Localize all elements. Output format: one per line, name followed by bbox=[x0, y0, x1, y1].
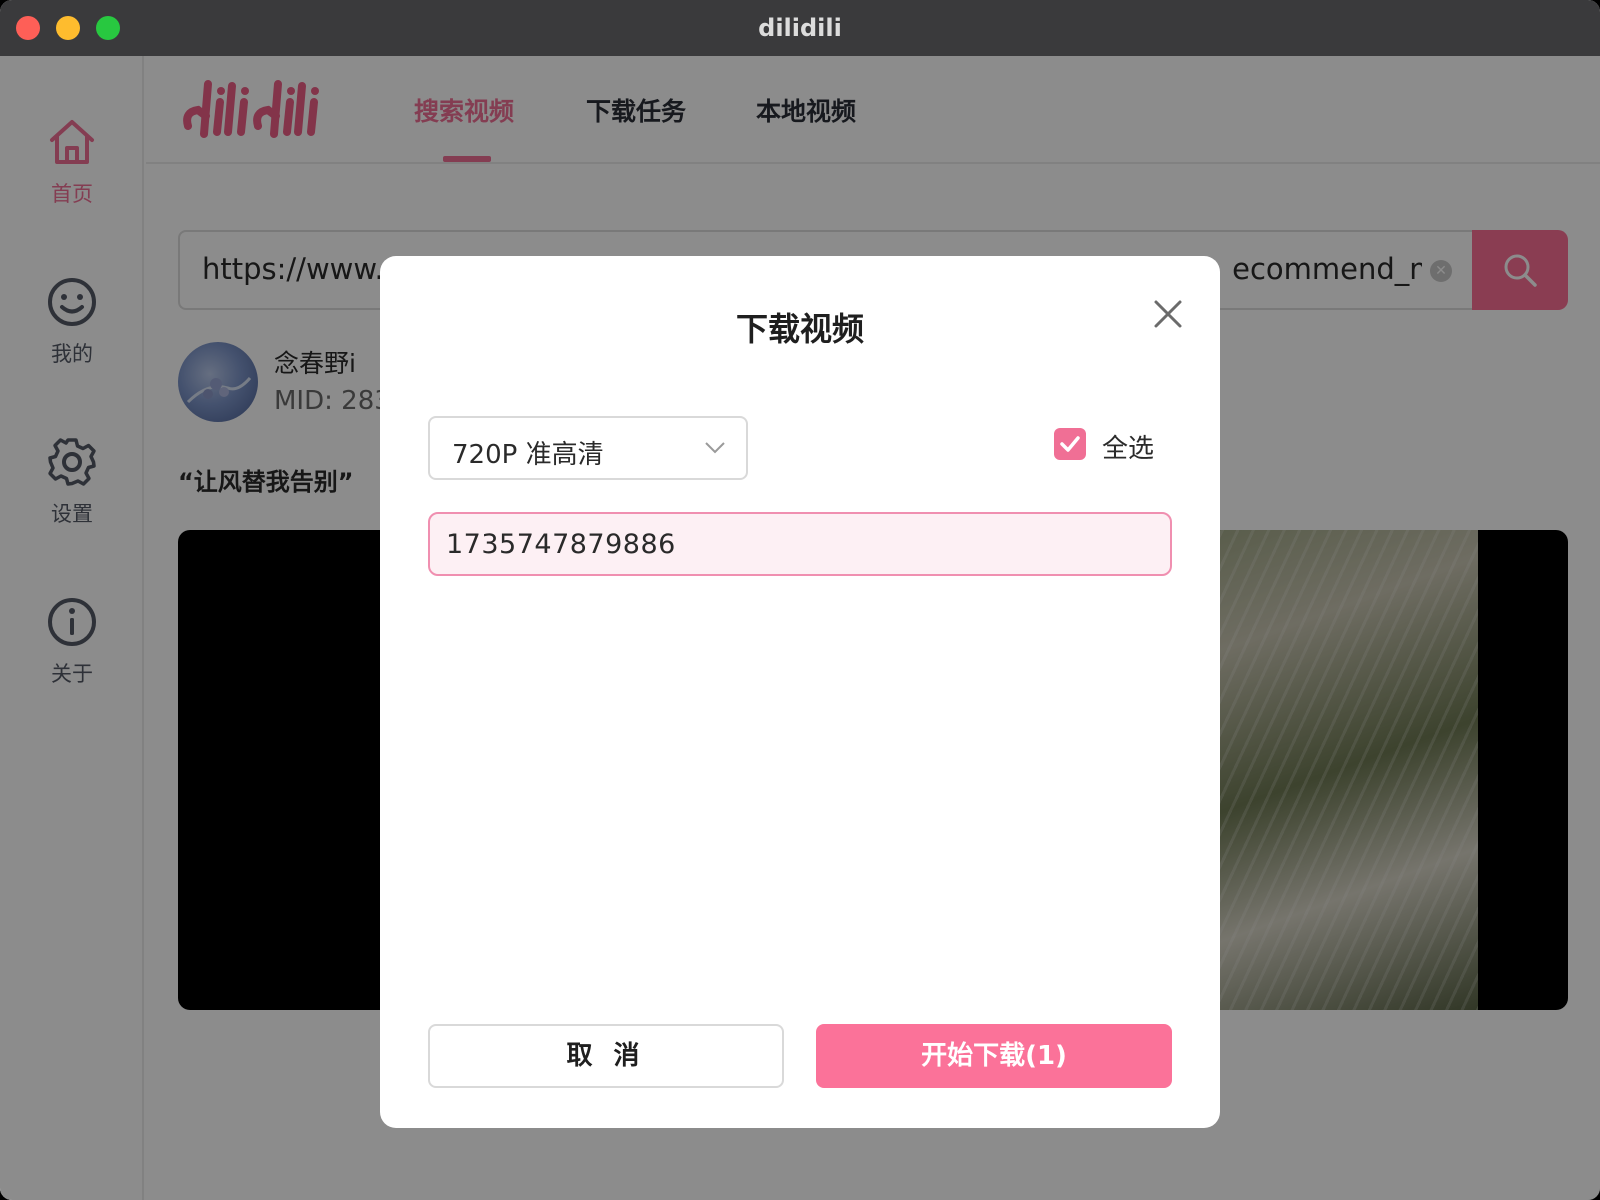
video-part-label: 1735747879886 bbox=[446, 529, 676, 560]
chevron-down-icon bbox=[705, 442, 725, 454]
quality-select[interactable]: 720P 准高清 bbox=[428, 416, 748, 480]
checkmark-icon bbox=[1060, 436, 1080, 452]
start-download-button[interactable]: 开始下载(1) bbox=[816, 1024, 1172, 1088]
select-all-checkbox[interactable] bbox=[1054, 428, 1086, 460]
app-window: dilidili 首页 我的 设置 关于 搜索视频 下载任务 本地视频 http… bbox=[0, 0, 1600, 1200]
quality-select-value: 720P 准高清 bbox=[452, 440, 604, 470]
download-dialog: 下载视频 720P 准高清 全选 1735747879886 取 消 开始下载(… bbox=[380, 256, 1220, 1128]
select-all-label: 全选 bbox=[1102, 434, 1155, 464]
close-icon[interactable] bbox=[1148, 294, 1188, 334]
video-part-item[interactable]: 1735747879886 bbox=[428, 512, 1172, 576]
title-bar: dilidili bbox=[0, 0, 1600, 56]
window-title: dilidili bbox=[758, 14, 842, 42]
dialog-title: 下载视频 bbox=[735, 310, 864, 348]
cancel-button[interactable]: 取 消 bbox=[428, 1024, 784, 1088]
